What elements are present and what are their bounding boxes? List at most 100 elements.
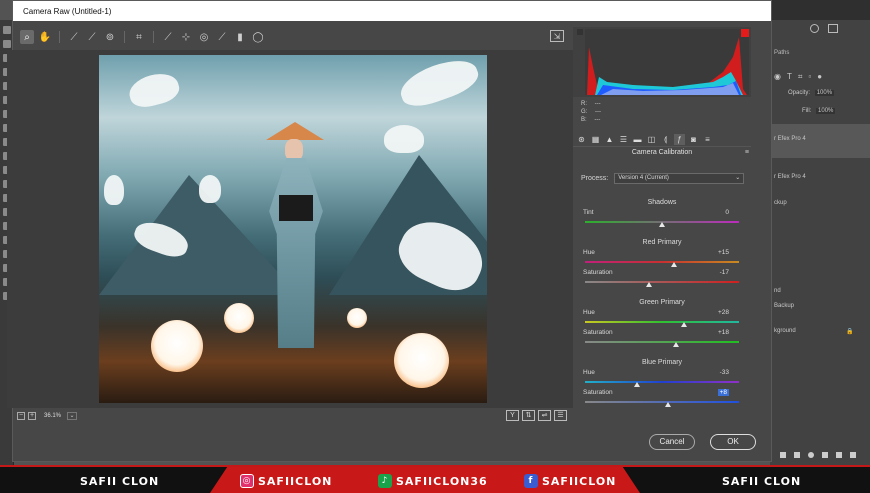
tab-camera-calibration-icon[interactable]: ƒ bbox=[674, 134, 685, 145]
ps-mask-icon[interactable] bbox=[808, 452, 814, 458]
slider-thumb[interactable] bbox=[659, 222, 665, 227]
shadow-clip-icon[interactable] bbox=[577, 29, 583, 35]
radial-filter-tool-icon[interactable]: ◯ bbox=[251, 30, 265, 44]
ps-link-icon[interactable] bbox=[780, 452, 786, 458]
slider-value[interactable]: +18 bbox=[718, 329, 729, 336]
before-after-toggle-icon[interactable]: Y bbox=[506, 410, 519, 421]
graduated-filter-tool-icon[interactable]: ▮ bbox=[233, 30, 247, 44]
ps-workspace-icon[interactable] bbox=[828, 24, 838, 33]
preview-image bbox=[99, 55, 487, 403]
tab-detail-icon[interactable]: ▲ bbox=[604, 134, 615, 145]
slider-thumb[interactable] bbox=[672, 342, 679, 347]
ps-fill-label: Fill: bbox=[802, 108, 812, 114]
tab-hsl-icon[interactable]: ☰ bbox=[618, 134, 629, 145]
ps-fill-value[interactable]: 100% bbox=[816, 108, 836, 114]
slider-label: Hue bbox=[583, 249, 595, 256]
target-adjust-tool-icon[interactable]: ⊚ bbox=[103, 30, 117, 44]
tab-tone-curve-icon[interactable]: ▦ bbox=[590, 134, 601, 145]
ok-button[interactable]: OK bbox=[710, 434, 756, 450]
ps-opacity-row[interactable]: Opacity: 100% bbox=[770, 90, 870, 96]
spot-removal-tool-icon[interactable]: ⊹ bbox=[179, 30, 193, 44]
slider-label: Saturation bbox=[583, 389, 613, 396]
hand-tool-icon[interactable]: ✋ bbox=[38, 30, 52, 44]
zoom-in-icon[interactable]: + bbox=[28, 412, 36, 420]
zoom-tool-icon[interactable]: ⌕ bbox=[20, 30, 34, 44]
tab-lens-icon[interactable]: ◫ bbox=[646, 134, 657, 145]
slider-thumb[interactable] bbox=[665, 402, 672, 407]
section-blue-primary: Blue Primary bbox=[641, 359, 683, 366]
slider-track[interactable] bbox=[585, 401, 739, 403]
process-select[interactable]: Version 4 (Current) ⌄ bbox=[614, 172, 745, 184]
toolbar-divider bbox=[59, 31, 60, 43]
highlight-clip-icon[interactable] bbox=[741, 29, 749, 37]
ps-folder-icon[interactable] bbox=[822, 452, 828, 458]
slider-track[interactable] bbox=[585, 281, 739, 283]
chevron-down-icon[interactable]: ⌄ bbox=[67, 412, 78, 420]
ps-layer-item[interactable]: r Efex Pro 4 bbox=[770, 124, 870, 158]
ps-layer-item[interactable]: kground 🔒 bbox=[770, 328, 870, 335]
ps-layer-item[interactable]: Backup bbox=[770, 303, 870, 309]
tab-presets-icon[interactable]: ◙ bbox=[688, 134, 699, 145]
zoom-level[interactable]: 36.1% bbox=[44, 413, 61, 419]
ps-marquee-tool-icon[interactable] bbox=[3, 40, 11, 48]
crop-tool-icon[interactable]: ⌗ bbox=[132, 30, 146, 44]
ps-layer-item[interactable]: r Efex Pro 4 bbox=[770, 174, 870, 180]
copy-settings-icon[interactable]: ⇌ bbox=[538, 410, 551, 421]
ps-layer-name: ckup bbox=[774, 200, 787, 206]
color-sampler-tool-icon[interactable]: ⟋ bbox=[85, 30, 99, 44]
preview-settings-icon[interactable]: ☰ bbox=[554, 410, 567, 421]
sash-shape bbox=[279, 195, 313, 221]
ps-fill-row[interactable]: Fill: 100% bbox=[770, 108, 870, 114]
dialog-titlebar: Camera Raw (Untitled-1) bbox=[13, 1, 771, 21]
tab-effects-icon[interactable]: ⟬ bbox=[660, 134, 671, 145]
glowing-orb bbox=[224, 303, 254, 333]
ps-layer-filter-icons[interactable]: ◉ T ⌗ ▫ ● bbox=[770, 72, 870, 82]
ps-paths-tab[interactable]: Paths bbox=[770, 50, 789, 56]
ps-trash-icon[interactable] bbox=[850, 452, 856, 458]
panel-menu-icon[interactable]: ≡ bbox=[745, 149, 749, 156]
straighten-tool-icon[interactable]: ⟋ bbox=[161, 30, 175, 44]
dove-shape bbox=[395, 55, 483, 113]
slider-track[interactable] bbox=[585, 321, 739, 323]
slider-track[interactable] bbox=[585, 261, 739, 263]
slider-value[interactable]: -17 bbox=[720, 269, 729, 276]
ps-move-tool-icon[interactable] bbox=[3, 26, 11, 34]
camera-raw-toolbar: ⌕ ✋ ⟋ ⟋ ⊚ ⌗ ⟋ ⊹ ◎ ⟋ ▮ ◯ bbox=[20, 27, 582, 47]
red-eye-tool-icon[interactable]: ◎ bbox=[197, 30, 211, 44]
section-green-primary: Green Primary bbox=[639, 299, 685, 306]
cancel-button[interactable]: Cancel bbox=[649, 434, 695, 450]
swap-settings-icon[interactable]: ⇅ bbox=[522, 410, 535, 421]
zoom-out-icon[interactable]: − bbox=[17, 412, 25, 420]
slider-value[interactable]: +28 bbox=[718, 309, 729, 316]
slider-thumb[interactable] bbox=[670, 262, 677, 267]
slider-value[interactable]: -33 bbox=[720, 369, 729, 376]
ps-layer-item[interactable]: ckup bbox=[770, 200, 870, 206]
lock-icon: 🔒 bbox=[846, 329, 854, 335]
ps-layer-item[interactable]: nd bbox=[770, 288, 870, 294]
open-preferences-icon[interactable]: ⇲ bbox=[550, 30, 564, 42]
slider-track[interactable] bbox=[585, 381, 739, 383]
slider-track[interactable] bbox=[585, 341, 739, 343]
ps-search-icon[interactable] bbox=[810, 24, 819, 33]
feather-shape bbox=[104, 175, 124, 205]
slider-thumb[interactable] bbox=[633, 382, 640, 387]
slider-label: Hue bbox=[583, 369, 595, 376]
white-balance-tool-icon[interactable]: ⟋ bbox=[67, 30, 81, 44]
adjustment-brush-tool-icon[interactable]: ⟋ bbox=[215, 30, 229, 44]
ps-fx-icon[interactable] bbox=[794, 452, 800, 458]
tab-split-toning-icon[interactable]: ▬ bbox=[632, 134, 643, 145]
ps-new-layer-icon[interactable] bbox=[836, 452, 842, 458]
toolbar-divider bbox=[124, 31, 125, 43]
slider-thumb[interactable] bbox=[645, 282, 652, 287]
footer-instagram: ◎ SAFIICLON bbox=[240, 471, 332, 491]
slider-value[interactable]: +15 bbox=[718, 249, 729, 256]
slider-thumb[interactable] bbox=[680, 322, 687, 327]
tab-snapshots-icon[interactable]: ≡ bbox=[702, 134, 713, 145]
slider-label: Hue bbox=[583, 309, 595, 316]
tab-basic-icon[interactable]: ⊛ bbox=[576, 134, 587, 145]
feather-shape bbox=[199, 175, 221, 203]
slider-value[interactable]: +8 bbox=[717, 389, 729, 396]
ps-opacity-value[interactable]: 100% bbox=[814, 90, 835, 96]
slider-value[interactable]: 0 bbox=[725, 209, 729, 216]
process-row: Process: Version 4 (Current) ⌄ bbox=[581, 172, 747, 184]
